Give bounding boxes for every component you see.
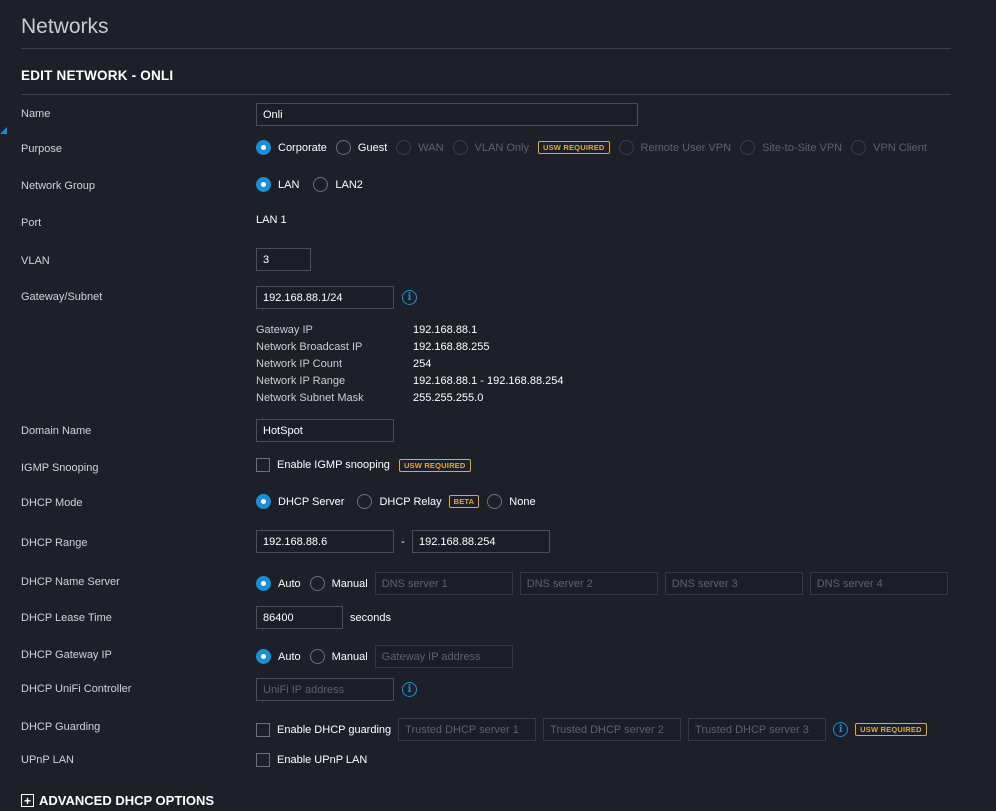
radio-selected-icon xyxy=(256,649,271,664)
dhcp-lease-time-label: DHCP Lease Time xyxy=(21,612,112,624)
usw-required-badge: USW REQUIRED xyxy=(537,141,610,154)
ip-range-value: 192.168.88.1 - 192.168.88.254 xyxy=(413,374,564,387)
dhcp-range-end-input[interactable] xyxy=(412,530,550,553)
info-icon[interactable]: i xyxy=(402,682,417,697)
radio-icon xyxy=(309,576,325,591)
usw-required-badge: USW REQUIRED xyxy=(855,723,927,736)
dns-server-1-input[interactable] xyxy=(374,572,513,595)
igmp-snooping-checkbox[interactable]: Enable IGMP snooping xyxy=(256,458,390,472)
dhcp-mode-server-radio[interactable]: DHCP Server xyxy=(256,494,344,509)
radio-selected-icon xyxy=(256,177,271,192)
lease-time-input[interactable] xyxy=(256,606,343,629)
name-label: Name xyxy=(21,108,51,120)
name-input[interactable] xyxy=(256,103,638,126)
dns-server-3-input[interactable] xyxy=(664,572,803,595)
side-marker xyxy=(0,127,7,134)
domain-name-input[interactable] xyxy=(256,419,394,442)
dhcp-guarding-checkbox[interactable]: Enable DHCP guarding xyxy=(256,722,391,737)
gateway-ip-auto-radio[interactable]: Auto xyxy=(256,649,301,664)
radio-icon xyxy=(851,140,867,155)
gateway-subnet-input[interactable] xyxy=(256,286,394,309)
plus-square-icon: + xyxy=(21,794,34,807)
range-separator: - xyxy=(401,535,405,548)
checkbox-icon xyxy=(256,722,270,737)
purpose-remote-user-vpn-radio: Remote User VPN xyxy=(618,140,731,155)
port-label: Port xyxy=(21,217,42,229)
radio-icon xyxy=(357,494,373,509)
radio-icon xyxy=(487,494,503,509)
radio-icon xyxy=(309,649,325,664)
network-group-lan-radio[interactable]: LAN xyxy=(256,177,299,192)
gateway-ip-address-input[interactable] xyxy=(374,645,513,668)
purpose-vpn-client-radio: VPN Client xyxy=(851,140,927,155)
purpose-corporate-radio[interactable]: Corporate xyxy=(256,140,327,155)
unifi-ip-address-input[interactable] xyxy=(256,678,394,701)
subnet-details: Gateway IP 192.168.88.1 Network Broadcast… xyxy=(256,321,563,406)
port-value: LAN 1 xyxy=(256,214,287,226)
upnp-lan-label: UPnP LAN xyxy=(21,754,74,766)
info-icon[interactable]: i xyxy=(402,290,417,305)
radio-selected-icon xyxy=(256,494,271,509)
broadcast-value: 192.168.88.255 xyxy=(413,340,490,353)
dhcp-mode-none-radio[interactable]: None xyxy=(487,494,536,509)
trusted-dhcp-server-3-input[interactable] xyxy=(688,718,827,741)
ip-count-value: 254 xyxy=(413,357,432,370)
trusted-dhcp-server-2-input[interactable] xyxy=(543,718,682,741)
purpose-label: Purpose xyxy=(21,143,62,155)
gateway-ip-value: 192.168.88.1 xyxy=(413,323,478,336)
advanced-dhcp-options-toggle[interactable]: + ADVANCED DHCP OPTIONS xyxy=(21,793,214,808)
purpose-guest-radio[interactable]: Guest xyxy=(335,140,387,155)
purpose-wan-radio: WAN xyxy=(396,140,444,155)
dhcp-mode-relay-radio[interactable]: DHCP Relay xyxy=(357,494,442,509)
radio-icon xyxy=(313,177,329,192)
upnp-lan-checkbox[interactable]: Enable UPnP LAN xyxy=(256,753,367,767)
dhcp-mode-label: DHCP Mode xyxy=(21,497,83,509)
beta-badge: BETA xyxy=(448,495,480,508)
gateway-ip-label: Gateway IP xyxy=(256,323,313,336)
dhcp-unifi-controller-label: DHCP UniFi Controller xyxy=(21,683,132,695)
radio-selected-icon xyxy=(256,576,271,591)
lease-time-unit: seconds xyxy=(350,611,391,624)
gateway-subnet-label: Gateway/Subnet xyxy=(21,291,103,303)
dhcp-guarding-label: DHCP Guarding xyxy=(21,721,101,733)
checkbox-icon xyxy=(256,458,270,472)
title-divider xyxy=(21,48,951,49)
checkbox-icon xyxy=(256,753,270,767)
radio-icon xyxy=(396,140,412,155)
radio-icon xyxy=(335,140,351,155)
vlan-label: VLAN xyxy=(21,255,50,267)
purpose-site-to-site-vpn-radio: Site-to-Site VPN xyxy=(740,140,842,155)
radio-icon xyxy=(618,140,634,155)
name-server-auto-radio[interactable]: Auto xyxy=(256,576,301,591)
ip-count-label: Network IP Count xyxy=(256,357,343,370)
name-server-manual-radio[interactable]: Manual xyxy=(309,576,368,591)
trusted-dhcp-server-1-input[interactable] xyxy=(398,718,537,741)
dhcp-range-start-input[interactable] xyxy=(256,530,394,553)
subnet-mask-label: Network Subnet Mask xyxy=(256,391,364,404)
purpose-vlan-only-radio: VLAN Only xyxy=(452,140,529,155)
igmp-snooping-label: IGMP Snooping xyxy=(21,462,99,474)
section-title: EDIT NETWORK - ONLI xyxy=(21,68,174,83)
usw-required-badge: USW REQUIRED xyxy=(398,458,471,472)
domain-name-label: Domain Name xyxy=(21,425,92,437)
dhcp-gateway-ip-label: DHCP Gateway IP xyxy=(21,649,112,661)
advanced-dhcp-options-label: ADVANCED DHCP OPTIONS xyxy=(39,793,215,808)
dns-server-2-input[interactable] xyxy=(519,572,658,595)
subnet-mask-value: 255.255.255.0 xyxy=(413,391,484,404)
ip-range-label: Network IP Range xyxy=(256,374,346,387)
network-group-label: Network Group xyxy=(21,180,95,192)
radio-icon xyxy=(740,140,756,155)
gateway-ip-manual-radio[interactable]: Manual xyxy=(309,649,368,664)
info-icon[interactable]: i xyxy=(833,722,849,737)
broadcast-label: Network Broadcast IP xyxy=(256,340,363,353)
dhcp-name-server-label: DHCP Name Server xyxy=(21,576,120,588)
dhcp-range-label: DHCP Range xyxy=(21,537,88,549)
radio-selected-icon xyxy=(256,140,271,155)
vlan-input[interactable] xyxy=(256,248,311,271)
radio-icon xyxy=(452,140,468,155)
page-title: Networks xyxy=(21,15,109,38)
section-divider xyxy=(21,94,951,95)
dns-server-4-input[interactable] xyxy=(809,572,948,595)
network-group-lan2-radio[interactable]: LAN2 xyxy=(313,177,363,192)
